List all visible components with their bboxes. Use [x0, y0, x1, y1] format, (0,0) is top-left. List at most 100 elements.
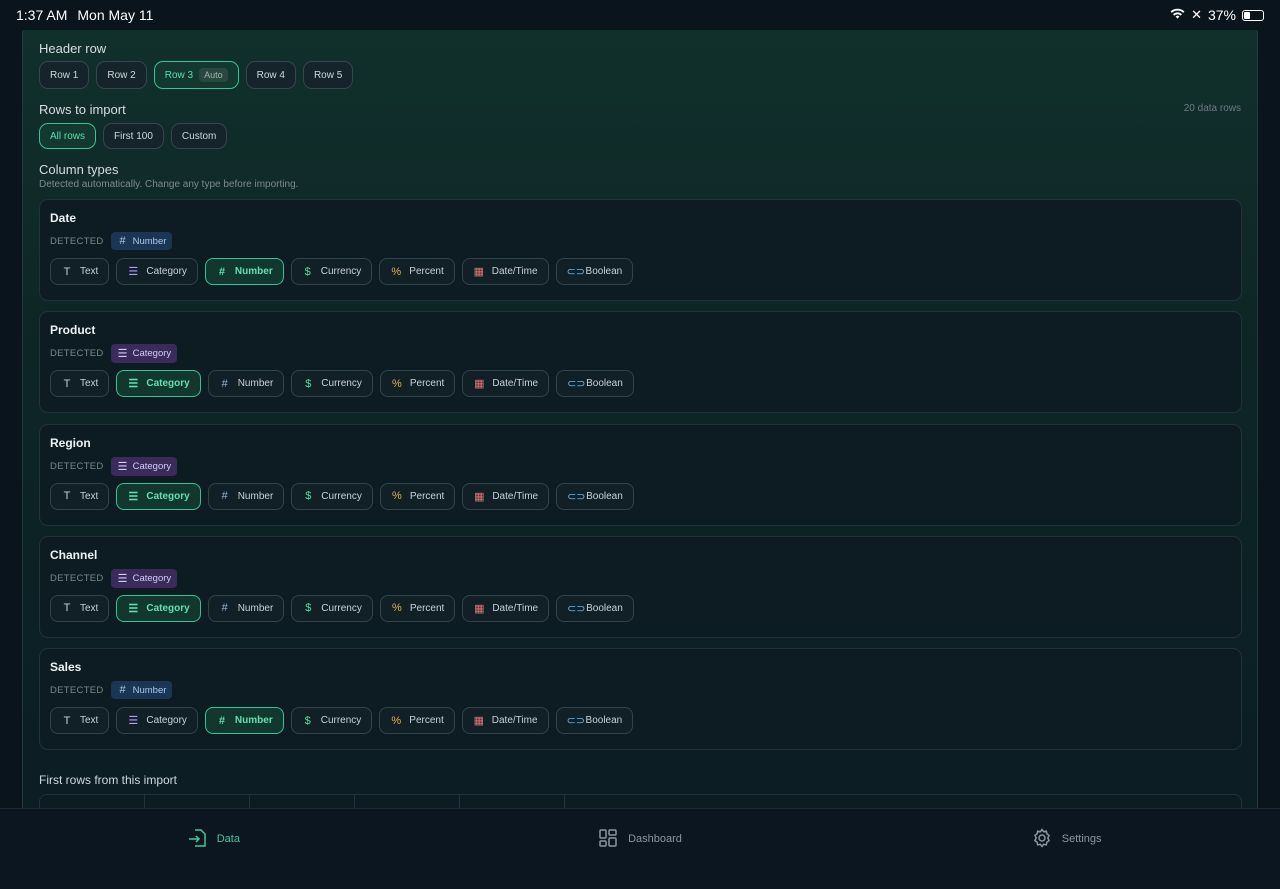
- column-name: Channel: [50, 547, 98, 562]
- type-option-number[interactable]: # Number: [207, 370, 285, 398]
- tab-settings[interactable]: Settings: [853, 809, 1280, 889]
- text-icon: T: [63, 714, 71, 727]
- hash-icon: #: [119, 235, 126, 247]
- type-option-label: Percent: [409, 715, 444, 727]
- type-option-category[interactable]: ☰ Category: [116, 482, 201, 510]
- header-row-option-3[interactable]: Row 3 Auto: [153, 61, 239, 89]
- type-option-text[interactable]: T Text: [50, 258, 110, 285]
- type-option-percent[interactable]: % Percent: [379, 482, 456, 510]
- status-time: 1:37 AM: [16, 7, 68, 23]
- preview-column: [250, 795, 355, 808]
- type-option-currency[interactable]: $ Currency: [290, 707, 373, 735]
- detected-type-badge: ☰ Category: [110, 456, 178, 476]
- tab-data[interactable]: Data: [0, 809, 427, 889]
- option-label: Row 4: [256, 69, 285, 81]
- header-row-option-2[interactable]: Row 2: [96, 61, 147, 89]
- type-option-number[interactable]: # Number: [207, 594, 285, 622]
- type-options: T Text ☰ Category # Number $ Currency % …: [50, 482, 634, 510]
- type-option-number[interactable]: # Number: [204, 258, 284, 285]
- column-card-product: Product DETECTED ☰ Category T Text ☰ Cat…: [39, 311, 1242, 414]
- calendar-icon: ▦: [474, 378, 485, 391]
- type-option-text[interactable]: T Text: [50, 594, 110, 622]
- type-option-category[interactable]: ☰ Category: [116, 370, 201, 398]
- detected-type: Number: [132, 235, 167, 247]
- list-icon: ☰: [128, 602, 139, 615]
- hash-icon: #: [221, 602, 228, 615]
- rows-option-custom[interactable]: Custom: [170, 123, 228, 149]
- type-option-datetime[interactable]: ▦ Date/Time: [461, 258, 549, 285]
- type-option-percent[interactable]: % Percent: [379, 594, 456, 622]
- tab-dashboard[interactable]: Dashboard: [427, 809, 854, 889]
- type-option-text[interactable]: T Text: [50, 370, 110, 398]
- type-option-text[interactable]: T Text: [50, 482, 110, 510]
- header-row-option-1[interactable]: Row 1: [39, 61, 90, 89]
- detected-row: DETECTED # Number: [50, 232, 173, 250]
- column-name: Date: [50, 211, 77, 225]
- type-option-number[interactable]: # Number: [207, 482, 285, 510]
- header-row-option-5[interactable]: Row 5: [302, 61, 354, 89]
- type-option-datetime[interactable]: ▦ Date/Time: [461, 707, 549, 735]
- header-row-options: Row 1 Row 2 Row 3 Auto Row 4 Row 5: [39, 61, 354, 89]
- type-option-currency[interactable]: $ Currency: [291, 370, 373, 398]
- type-option-label: Date/Time: [492, 490, 539, 502]
- toggle-icon: ⊂⊃: [566, 715, 585, 728]
- type-option-percent[interactable]: % Percent: [379, 370, 456, 398]
- import-panel: Header row Row 1 Row 2 Row 3 Auto Row 4 R…: [22, 30, 1258, 808]
- gear-icon: [1032, 827, 1052, 851]
- type-option-category[interactable]: ☰ Category: [116, 594, 201, 622]
- type-option-boolean[interactable]: ⊂⊃ Boolean: [556, 482, 634, 510]
- type-option-boolean[interactable]: ⊂⊃ Boolean: [555, 258, 634, 285]
- header-row-option-4[interactable]: Row 4: [245, 61, 296, 89]
- type-option-boolean[interactable]: ⊂⊃ Boolean: [556, 370, 634, 398]
- column-card-region: Region DETECTED ☰ Category T Text ☰ Cate…: [39, 423, 1242, 526]
- list-icon: ☰: [117, 572, 128, 585]
- type-option-label: Boolean: [585, 266, 623, 277]
- detected-row: DETECTED ☰ Category: [50, 568, 178, 588]
- column-card-sales: Sales DETECTED # Number T Text ☰ Categor…: [39, 648, 1242, 751]
- type-option-label: Number: [234, 266, 273, 277]
- rows-option-first-100[interactable]: First 100: [103, 123, 164, 149]
- column-types-hint: Detected automatically. Change any type …: [39, 179, 299, 190]
- type-option-currency[interactable]: $ Currency: [291, 594, 373, 622]
- detected-label: DETECTED: [50, 460, 104, 472]
- type-option-label: Currency: [321, 490, 362, 502]
- rows-option-all[interactable]: All rows: [39, 123, 97, 149]
- detected-label: DETECTED: [50, 684, 104, 696]
- detected-label: DETECTED: [50, 235, 104, 247]
- type-option-datetime[interactable]: ▦ Date/Time: [462, 594, 550, 622]
- type-option-boolean[interactable]: ⊂⊃ Boolean: [556, 594, 634, 622]
- type-option-label: Date/Time: [492, 378, 539, 390]
- type-option-text[interactable]: T Text: [50, 707, 110, 735]
- option-label: Row 5: [313, 69, 343, 81]
- type-option-datetime[interactable]: ▦ Date/Time: [462, 370, 550, 398]
- type-option-label: Currency: [321, 378, 362, 390]
- type-option-label: Category: [146, 266, 187, 277]
- hash-icon: #: [221, 377, 228, 390]
- toggle-icon: ⊂⊃: [567, 602, 586, 615]
- tab-bar: Data Dashboard Settings: [0, 808, 1280, 889]
- type-option-datetime[interactable]: ▦ Date/Time: [462, 482, 550, 510]
- battery-percent: 37%: [1207, 7, 1236, 23]
- type-option-label: Date/Time: [491, 715, 538, 727]
- battery-icon: [1242, 9, 1264, 21]
- type-option-label: Text: [80, 266, 99, 277]
- hash-icon: #: [221, 490, 228, 503]
- type-option-number[interactable]: # Number: [204, 707, 284, 735]
- type-option-percent[interactable]: % Percent: [379, 707, 455, 735]
- percent-icon: %: [391, 490, 402, 503]
- detected-label: DETECTED: [50, 348, 104, 360]
- type-option-label: Category: [146, 378, 190, 390]
- type-option-category[interactable]: ☰ Category: [116, 258, 198, 285]
- type-option-label: Date/Time: [491, 266, 538, 277]
- type-option-currency[interactable]: $ Currency: [290, 258, 373, 285]
- list-icon: ☰: [117, 348, 128, 361]
- option-label: Custom: [181, 130, 217, 142]
- data-rows-count: 20 data rows: [1183, 103, 1241, 114]
- type-option-currency[interactable]: $ Currency: [291, 482, 373, 510]
- list-icon: ☰: [117, 460, 128, 473]
- type-option-percent[interactable]: % Percent: [379, 258, 455, 285]
- preview-column: [460, 795, 565, 808]
- type-option-boolean[interactable]: ⊂⊃ Boolean: [555, 707, 634, 735]
- detected-type-badge: ☰ Category: [110, 568, 178, 588]
- type-option-category[interactable]: ☰ Category: [116, 707, 198, 735]
